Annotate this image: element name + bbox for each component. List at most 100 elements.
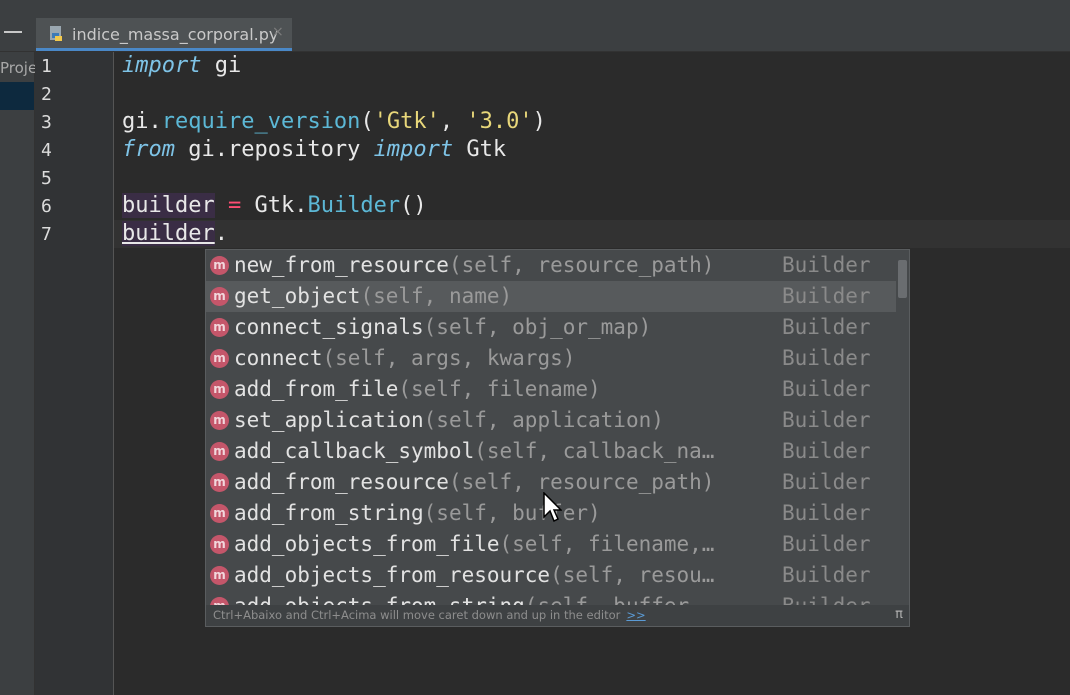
code-line[interactable]: gi.require_version('Gtk', '3.0') — [122, 108, 546, 136]
code-line[interactable] — [122, 164, 546, 192]
method-name: add_objects_from_resource — [234, 563, 551, 587]
line-number: 7 — [41, 224, 52, 245]
method-icon: m — [210, 442, 229, 461]
method-params: (self, resource_path) — [448, 253, 715, 277]
method-params: (self, buffer… — [525, 594, 702, 605]
code-token: = — [227, 193, 242, 218]
more-link[interactable]: >> — [626, 608, 645, 622]
project-tool-button[interactable]: Proje — [0, 59, 37, 77]
completion-item[interactable]: m add_objects_from_resource(self, resou… B… — [206, 560, 896, 591]
code-token: import — [373, 137, 454, 162]
method-name: add_from_resource — [234, 470, 449, 494]
method-params: (self, resou… — [550, 563, 715, 587]
method-name: set_application — [234, 408, 424, 432]
code-token: gi — [201, 53, 242, 78]
code-token: gi.repository — [174, 137, 374, 162]
code-token: require_version — [161, 109, 361, 134]
code-line[interactable]: builder = Gtk.Builder() — [122, 192, 546, 220]
project-tool-strip: Proje — [0, 52, 37, 695]
method-name: connect — [234, 346, 323, 370]
completion-signature: add_from_string(self, buffer) — [234, 498, 774, 529]
method-icon: m — [210, 535, 229, 554]
completion-signature: connect(self, args, kwargs) — [234, 343, 774, 374]
method-icon: m — [210, 349, 229, 368]
tab-indice-massa-corporal[interactable]: indice_massa_corporal.py × — [36, 18, 292, 51]
code-line[interactable]: builder. — [122, 220, 546, 248]
return-type: Builder — [782, 253, 871, 277]
completion-item[interactable]: m add_objects_from_file(self, filename,… B… — [206, 529, 896, 560]
return-type: Builder — [782, 501, 871, 525]
method-icon: m — [210, 411, 229, 430]
code-token: ) — [532, 109, 546, 134]
method-params: (self, resource_path) — [448, 470, 715, 494]
method-icon: m — [210, 380, 229, 399]
return-type: Builder — [782, 563, 871, 587]
tab-label: indice_massa_corporal.py — [72, 25, 279, 44]
method-name: connect_signals — [234, 315, 424, 339]
return-type: Builder — [782, 346, 871, 370]
completion-item[interactable]: m new_from_resource(self, resource_path) B… — [206, 250, 896, 281]
pi-icon[interactable]: π — [895, 607, 903, 622]
return-type: Builder — [782, 591, 871, 605]
code-token: ( — [360, 109, 374, 134]
completion-item[interactable]: m add_callback_symbol(self, callback_na… B… — [206, 436, 896, 467]
code-token: () — [400, 193, 427, 218]
completion-scrollbar[interactable] — [898, 260, 907, 298]
hide-panel-icon[interactable] — [4, 31, 22, 33]
code-token: Gtk — [453, 137, 507, 162]
code-token: import — [122, 53, 202, 78]
completion-signature: add_objects_from_resource(self, resou… — [234, 560, 774, 591]
return-type: Builder — [782, 439, 871, 463]
completion-item[interactable]: m set_application(self, application) Build… — [206, 405, 896, 436]
code-token: . — [214, 221, 228, 246]
return-type: Builder — [782, 532, 871, 556]
return-type: Builder — [782, 408, 871, 432]
method-icon: m — [210, 287, 229, 306]
code-token: '3.0' — [466, 109, 533, 134]
completion-signature: set_application(self, application) — [234, 405, 774, 436]
method-name: add_from_file — [234, 377, 399, 401]
code-token: gi. — [122, 109, 162, 134]
line-number: 1 — [41, 56, 52, 77]
method-params: (self, args, kwargs) — [322, 346, 576, 370]
return-type: Builder — [782, 377, 871, 401]
completion-item[interactable]: m add_objects_from_string(self, buffer… Bu… — [206, 591, 896, 605]
code-area[interactable]: import gi gi.require_version('Gtk', '3.0'… — [122, 52, 546, 248]
method-params: (self, name) — [360, 284, 513, 308]
code-token: builder — [122, 193, 215, 218]
method-name: add_objects_from_file — [234, 532, 500, 556]
close-tab-icon[interactable]: × — [272, 24, 284, 40]
mouse-pointer-icon — [543, 492, 562, 523]
code-line[interactable]: from gi.repository import Gtk — [122, 136, 546, 164]
completion-item[interactable]: m get_object(self, name) Builder — [206, 281, 896, 312]
completion-signature: connect_signals(self, obj_or_map) — [234, 312, 774, 343]
completion-signature: new_from_resource(self, resource_path) — [234, 250, 774, 281]
completion-signature: add_objects_from_file(self, filename,… — [234, 529, 774, 560]
method-name: add_callback_symbol — [234, 439, 475, 463]
return-type: Builder — [782, 470, 871, 494]
method-name: new_from_resource — [234, 253, 449, 277]
completion-item[interactable]: m connect_signals(self, obj_or_map) Builde… — [206, 312, 896, 343]
method-icon: m — [210, 566, 229, 585]
completion-item[interactable]: m add_from_file(self, filename) Builder — [206, 374, 896, 405]
editor-tab-bar: indice_massa_corporal.py × — [0, 18, 1070, 52]
completion-popup: m new_from_resource(self, resource_path) B… — [205, 249, 910, 627]
code-line[interactable] — [122, 80, 546, 108]
line-number: 6 — [41, 196, 52, 217]
code-line[interactable]: import gi — [122, 52, 546, 80]
completion-signature: get_object(self, name) — [234, 281, 774, 312]
method-name: get_object — [234, 284, 361, 308]
completion-item[interactable]: m connect(self, args, kwargs) Builder — [206, 343, 896, 374]
completion-hint: Ctrl+Abaixo and Ctrl+Acima will move car… — [213, 608, 646, 622]
code-token: from — [122, 137, 175, 162]
line-number: 3 — [41, 112, 52, 133]
line-number: 2 — [41, 84, 52, 105]
line-number-gutter: 1 2 3 4 5 6 7 — [35, 52, 114, 695]
method-icon: m — [210, 318, 229, 337]
code-token: 'Gtk' — [373, 109, 440, 134]
method-name: add_objects_from_string — [234, 594, 525, 605]
method-name: add_from_string — [234, 501, 424, 525]
return-type: Builder — [782, 284, 871, 308]
title-bar — [0, 0, 1070, 18]
